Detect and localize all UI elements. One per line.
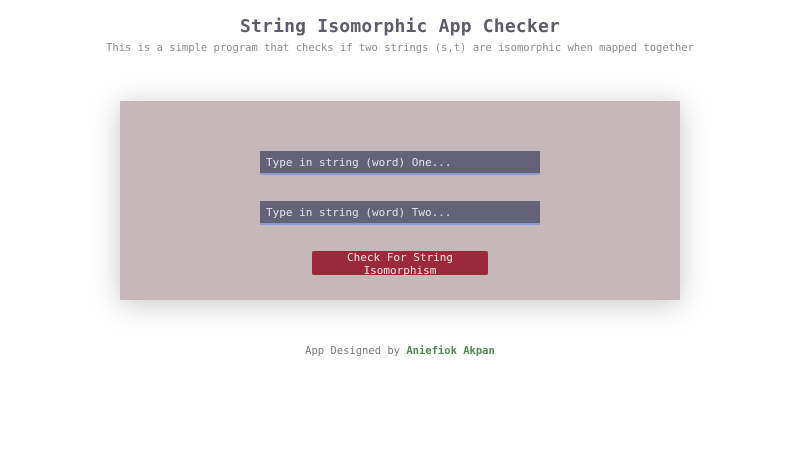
page: String Isomorphic App Checker This is a … bbox=[0, 0, 800, 450]
string-two-input[interactable] bbox=[260, 201, 540, 225]
string-one-input[interactable] bbox=[260, 151, 540, 175]
footer-prefix: App Designed by bbox=[305, 345, 400, 357]
author-link[interactable]: Aniefiok Akpan bbox=[406, 345, 495, 357]
footer-credit: App Designed by Aniefiok Akpan bbox=[0, 345, 800, 357]
page-title: String Isomorphic App Checker bbox=[239, 16, 561, 37]
page-subtitle: This is a simple program that checks if … bbox=[106, 42, 694, 54]
checker-card: Check For String Isomorphism bbox=[120, 101, 680, 300]
check-isomorphism-button[interactable]: Check For String Isomorphism bbox=[312, 251, 488, 277]
